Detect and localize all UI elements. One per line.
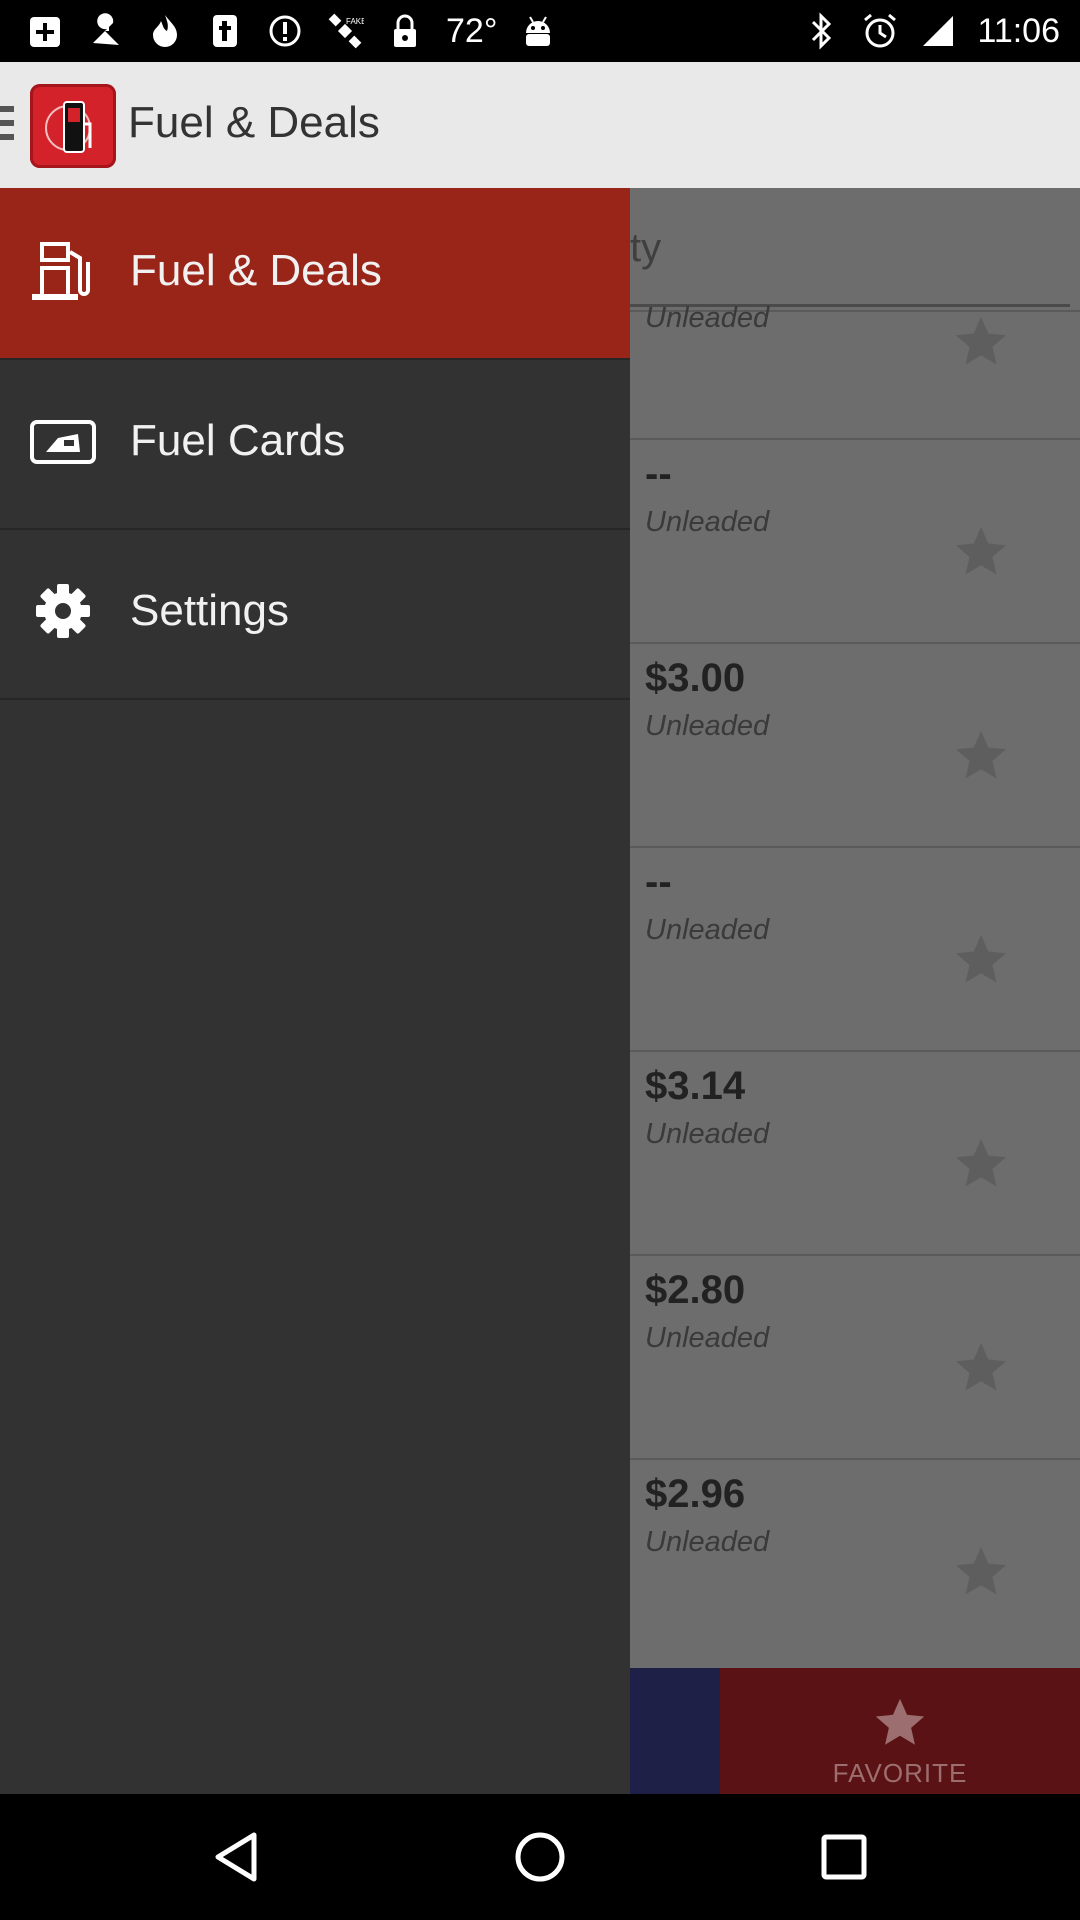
gear-icon [36, 584, 90, 638]
favorite-star-icon[interactable] [950, 726, 1012, 786]
status-left-icons: FAKE 72° [26, 8, 557, 54]
fuel-type: Unleaded [645, 1526, 770, 1558]
drawer-item-label: Fuel & Deals [130, 246, 382, 295]
list-item[interactable]: $2.96 Unleaded [630, 1458, 1080, 1664]
list-item[interactable]: $3.14 Unleaded [630, 1050, 1080, 1256]
favorite-star-icon[interactable] [950, 1542, 1012, 1602]
favorite-star-icon[interactable] [950, 1134, 1012, 1194]
tab-nearby[interactable] [630, 1668, 720, 1794]
tumblr-icon [206, 12, 244, 50]
bluetooth-icon [803, 12, 841, 50]
fuel-price: -- [645, 860, 672, 904]
alert-circle-icon [266, 12, 304, 50]
flame-icon [146, 12, 184, 50]
list-item[interactable]: -- Unleaded [630, 438, 1080, 644]
fuel-price: $2.96 [645, 1472, 746, 1516]
recents-icon[interactable] [814, 1827, 874, 1887]
lock-icon [386, 12, 424, 50]
drawer-item-label: Settings [130, 586, 289, 635]
home-icon[interactable] [510, 1827, 570, 1887]
tab-favorite[interactable]: FAVORITE [720, 1668, 1080, 1794]
fuel-type: Unleaded [645, 914, 770, 946]
fuel-price: $2.80 [645, 1268, 746, 1312]
android-icon [519, 12, 557, 50]
fuel-price: $3.14 [645, 1064, 746, 1108]
status-right-icons: 11:06 [803, 8, 1060, 54]
satellite-icon: FAKE [326, 12, 364, 50]
favorite-tab-label: FAVORITE [832, 1758, 968, 1788]
signal-icon [919, 12, 957, 50]
fuel-card-icon [30, 420, 96, 464]
fuel-type: Unleaded [645, 1322, 770, 1354]
fuel-price: $3.00 [645, 656, 746, 700]
add-box-icon [26, 12, 64, 50]
list-item[interactable]: -- Unleaded [630, 846, 1080, 1052]
list-item[interactable]: Unleaded [630, 302, 1080, 426]
favorite-tab-star-icon [875, 1698, 925, 1745]
list-item[interactable]: $3.00 Unleaded [630, 642, 1080, 848]
fuel-type: Unleaded [645, 1118, 770, 1150]
drawer-item-fuel-cards[interactable]: Fuel Cards [0, 358, 630, 530]
alarm-icon [861, 12, 899, 50]
navigation-drawer: Fuel & Deals Fuel Cards Settings [0, 188, 630, 1794]
drawer-item-fuel-deals[interactable]: Fuel & Deals [0, 188, 630, 360]
favorite-star-icon[interactable] [950, 930, 1012, 990]
favorite-star-icon[interactable] [950, 312, 1012, 372]
app-logo[interactable] [30, 84, 116, 168]
status-bar: FAKE 72° 11:06 [0, 0, 1080, 62]
wrench-icon [86, 12, 124, 50]
app-title: Fuel & Deals [128, 98, 380, 147]
list-item[interactable]: $2.80 Unleaded [630, 1254, 1080, 1460]
app-bar: Fuel & Deals [0, 62, 1080, 190]
system-navigation-bar [0, 1794, 1080, 1920]
fuel-price: -- [645, 452, 672, 496]
drawer-item-settings[interactable]: Settings [0, 528, 630, 700]
menu-icon[interactable] [0, 106, 14, 146]
search-field-fragment[interactable]: ty [630, 226, 661, 271]
fuel-pump-logo-icon [45, 101, 92, 153]
fuel-pump-icon [32, 242, 90, 300]
svg-text:FAKE: FAKE [346, 17, 364, 26]
fuel-type: Unleaded [645, 302, 770, 334]
drawer-item-label: Fuel Cards [130, 416, 346, 465]
fuel-type: Unleaded [645, 710, 770, 742]
back-icon[interactable] [206, 1827, 266, 1887]
favorite-star-icon[interactable] [950, 1338, 1012, 1398]
fuel-type: Unleaded [645, 506, 770, 538]
favorite-star-icon[interactable] [950, 522, 1012, 582]
temperature-text: 72° [446, 11, 498, 50]
bottom-tab-bar: FAVORITE [630, 1668, 1080, 1794]
clock-text: 11:06 [977, 11, 1060, 50]
